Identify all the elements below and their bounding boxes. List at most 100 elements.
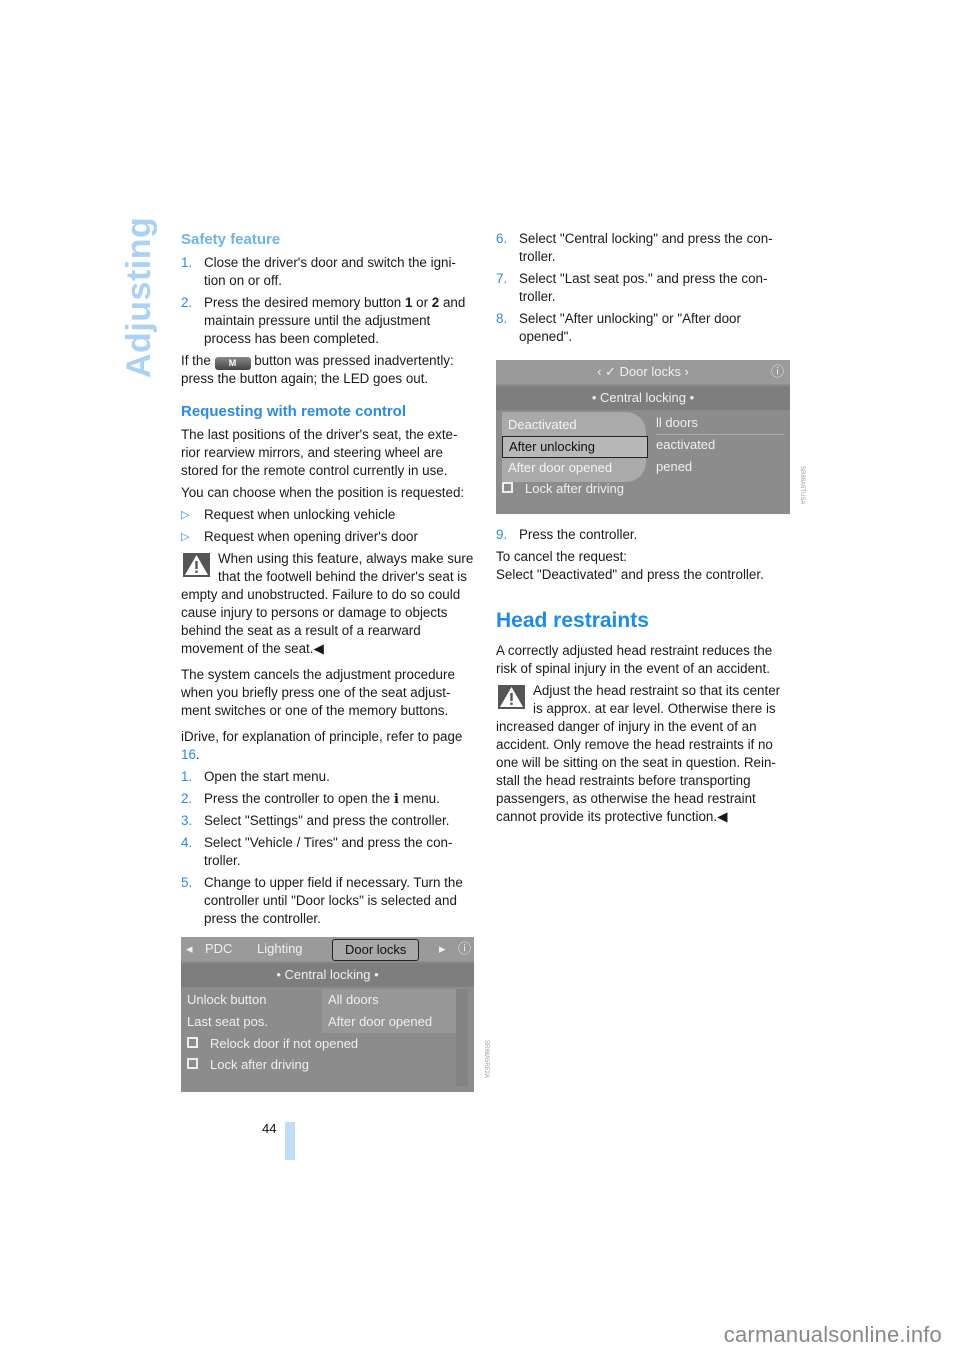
- memory-note: If the M button was pressed inadvertentl…: [181, 352, 476, 388]
- step-text: Press the controller.: [519, 527, 638, 542]
- page-number: 44: [262, 1121, 277, 1136]
- door-locks-title[interactable]: ‹ ✓ Door locks ›: [597, 364, 689, 379]
- chapter-tab: Adjusting: [118, 217, 158, 378]
- warning-text: When using this feature, always make sur…: [181, 551, 474, 656]
- option-after-door-opened[interactable]: After door opened: [502, 458, 646, 478]
- step-text: Open the start menu.: [204, 769, 330, 784]
- info-scroll-icon[interactable]: ⓘ: [771, 360, 784, 384]
- list-item: 2. Press the desired memory button 1 or …: [181, 294, 476, 348]
- behind-value: ll doors: [656, 412, 784, 435]
- step-text: Select "Vehicle / Tires" and press the c…: [204, 835, 453, 868]
- unlock-button-value[interactable]: All doors: [322, 989, 468, 1011]
- list-item: 3. Select "Settings" and press the contro…: [181, 812, 476, 830]
- step-number: 6.: [496, 231, 508, 246]
- step-text: Press the controller to open the: [204, 791, 394, 806]
- list-item: 6. Select "Central locking" and press the…: [496, 230, 791, 266]
- idrive-screen-central-locking: ‹ ✓ Door locks › ⓘ • Central locking • l…: [496, 360, 790, 514]
- list-item: ▷ Request when opening driver's door: [181, 528, 476, 546]
- image-code: SR88A5RE2A: [483, 1040, 489, 1079]
- tab-door-locks[interactable]: Door locks: [332, 939, 420, 961]
- tab-lighting[interactable]: Lighting: [257, 937, 303, 961]
- lock-after-driving-checkbox[interactable]: Lock after driving: [502, 478, 624, 500]
- step-number: 3.: [181, 813, 193, 828]
- central-locking-header[interactable]: • Central locking •: [181, 963, 474, 987]
- info-scroll-icon[interactable]: ⓘ: [458, 937, 471, 961]
- paragraph: The system cancels the adjustment proced…: [181, 667, 455, 718]
- step-text: Select "After unlocking" or "After door …: [519, 311, 741, 344]
- behind-value: eactivated: [656, 437, 716, 452]
- option-after-unlocking[interactable]: After unlocking: [502, 436, 648, 458]
- cancel-line: Select "Deactivated" and press the contr…: [496, 567, 764, 582]
- image-code: SR88A5TUSA: [799, 466, 805, 505]
- bullet-triangle-icon: ▷: [181, 509, 190, 521]
- page-marker-bar: [285, 1122, 295, 1160]
- last-seat-pos-label[interactable]: Last seat pos.: [187, 1011, 268, 1033]
- right-column: 6. Select "Central locking" and press the…: [496, 230, 791, 350]
- step-text: Change to upper field if necessary. Turn…: [204, 875, 463, 926]
- tab-pdc[interactable]: PDC: [205, 937, 232, 961]
- last-seat-pos-value[interactable]: After door opened: [322, 1011, 468, 1033]
- footer-watermark[interactable]: carmanualsonline.info: [724, 1322, 942, 1348]
- step-number: 2.: [181, 791, 193, 806]
- checkbox-label: Relock door if not opened: [210, 1036, 359, 1051]
- warning-text: Adjust the head restraint so that its ce…: [496, 683, 781, 824]
- list-item: 1. Open the start menu.: [181, 768, 476, 786]
- relock-door-checkbox[interactable]: Relock door if not opened: [187, 1033, 358, 1055]
- step-number: 4.: [181, 835, 193, 850]
- warning-icon: [498, 685, 525, 709]
- tab-left-arrow-icon[interactable]: ◂: [186, 937, 193, 961]
- right-column-lower: 9. Press the controller. To cancel the re…: [496, 526, 791, 830]
- list-item: 8. Select "After unlocking" or "After doo…: [496, 310, 791, 346]
- head-restraints-heading: Head restraints: [496, 609, 649, 632]
- central-locking-header[interactable]: • Central locking •: [496, 386, 790, 410]
- step-number: 1.: [181, 255, 193, 270]
- option-popup: Deactivated After unlocking After door o…: [502, 412, 648, 482]
- step-number: 8.: [496, 311, 508, 326]
- reference-text: .: [195, 747, 200, 762]
- list-item: 7. Select "Last seat pos." and press the …: [496, 270, 791, 306]
- list-item: ▷ Request when unlocking vehicle: [181, 506, 476, 524]
- step-number: 5.: [181, 875, 193, 890]
- bullet-text: Request when unlocking vehicle: [204, 507, 396, 522]
- unlock-button-label[interactable]: Unlock button: [187, 989, 267, 1011]
- end-mark-icon: ◀: [717, 809, 728, 824]
- option-deactivated[interactable]: Deactivated: [502, 415, 646, 435]
- checkbox-icon: [187, 1058, 198, 1069]
- list-item: 9. Press the controller.: [496, 526, 791, 544]
- list-item: 5. Change to upper field if necessary. Tu…: [181, 874, 476, 928]
- paragraph: You can choose when the position is requ…: [181, 485, 465, 500]
- checkbox-icon: [502, 482, 513, 493]
- note-text: If the: [181, 353, 215, 368]
- step-text: or: [412, 295, 432, 310]
- warning-block: When using this feature, always make sur…: [181, 550, 476, 658]
- page-link[interactable]: 16: [181, 747, 196, 762]
- bullet-text: Request when opening driver's door: [204, 529, 418, 544]
- paragraph: The last positions of the driver's seat,…: [181, 427, 458, 478]
- checkbox-icon: [187, 1037, 198, 1048]
- paragraph: A correctly adjusted head restraint redu…: [496, 643, 773, 676]
- end-mark-icon: ◀: [313, 641, 324, 656]
- reference-text: iDrive, for explanation of principle, re…: [181, 729, 463, 744]
- tab-bar: ◂ PDC Lighting Door locks ▸ ⓘ: [181, 937, 474, 961]
- list-item: 4. Select "Vehicle / Tires" and press the…: [181, 834, 476, 870]
- m-button-icon: M: [214, 357, 251, 370]
- idrive-screen-door-locks: ◂ PDC Lighting Door locks ▸ ⓘ • Central …: [181, 937, 474, 1092]
- step-text: menu.: [398, 791, 440, 806]
- bullet-triangle-icon: ▷: [181, 531, 190, 543]
- step-number: 7.: [496, 271, 508, 286]
- step-text: Close the driver's door and switch the i…: [204, 255, 456, 288]
- lock-after-driving-checkbox[interactable]: Lock after driving: [187, 1054, 309, 1076]
- cancel-line: To cancel the request:: [496, 549, 628, 564]
- list-item: 2. Press the controller to open the i men…: [181, 790, 476, 808]
- tab-right-arrow-icon[interactable]: ▸: [439, 937, 446, 961]
- list-item: 1. Close the driver's door and switch th…: [181, 254, 476, 290]
- checkbox-label: Lock after driving: [210, 1057, 309, 1072]
- scrollbar[interactable]: [456, 989, 468, 1086]
- checkbox-label: Lock after driving: [525, 481, 624, 496]
- safety-feature-heading: Safety feature: [181, 231, 281, 248]
- step-text: Select "Settings" and press the controll…: [204, 813, 450, 828]
- remote-control-heading: Requesting with remote control: [181, 403, 407, 420]
- door-locks-header: ‹ ✓ Door locks › ⓘ: [496, 360, 790, 384]
- step-number: 9.: [496, 527, 508, 542]
- left-column: Safety feature 1. Close the driver's doo…: [181, 230, 476, 932]
